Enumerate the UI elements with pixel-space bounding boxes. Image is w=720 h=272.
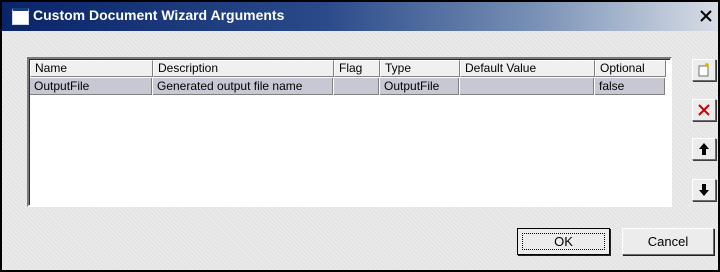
wizard-arguments-dialog: Custom Document Wizard Arguments Name De… — [0, 0, 720, 272]
delete-x-icon — [698, 104, 710, 116]
arrow-up-icon — [699, 143, 709, 155]
close-icon[interactable] — [698, 8, 714, 24]
new-item-icon — [698, 63, 709, 77]
cell-name[interactable]: OutputFile — [30, 78, 152, 95]
column-header-description[interactable]: Description — [153, 60, 334, 77]
title-bar[interactable]: Custom Document Wizard Arguments — [2, 2, 718, 31]
move-down-button[interactable] — [692, 179, 716, 201]
window-icon — [12, 8, 29, 25]
cell-flag[interactable] — [334, 78, 379, 95]
column-header-type[interactable]: Type — [380, 60, 460, 77]
column-header-optional[interactable]: Optional — [595, 60, 666, 77]
cell-description[interactable]: Generated output file name — [153, 78, 333, 95]
column-header-name[interactable]: Name — [30, 60, 153, 77]
cancel-button[interactable]: Cancel — [622, 228, 714, 255]
column-header-default-value[interactable]: Default Value — [460, 60, 595, 77]
column-header-flag[interactable]: Flag — [334, 60, 380, 77]
ok-button-label: OK — [554, 234, 573, 249]
arguments-grid[interactable]: Name Description Flag Type Default Value… — [27, 57, 672, 207]
arrow-down-icon — [699, 184, 709, 196]
new-argument-button[interactable] — [692, 59, 716, 81]
cell-default-value[interactable] — [460, 78, 594, 95]
dialog-title: Custom Document Wizard Arguments — [33, 7, 285, 23]
cell-optional[interactable]: false — [595, 78, 665, 95]
delete-argument-button[interactable] — [692, 99, 716, 121]
move-up-button[interactable] — [692, 138, 716, 160]
cell-type[interactable]: OutputFile — [380, 78, 459, 95]
ok-button[interactable]: OK — [517, 228, 610, 255]
